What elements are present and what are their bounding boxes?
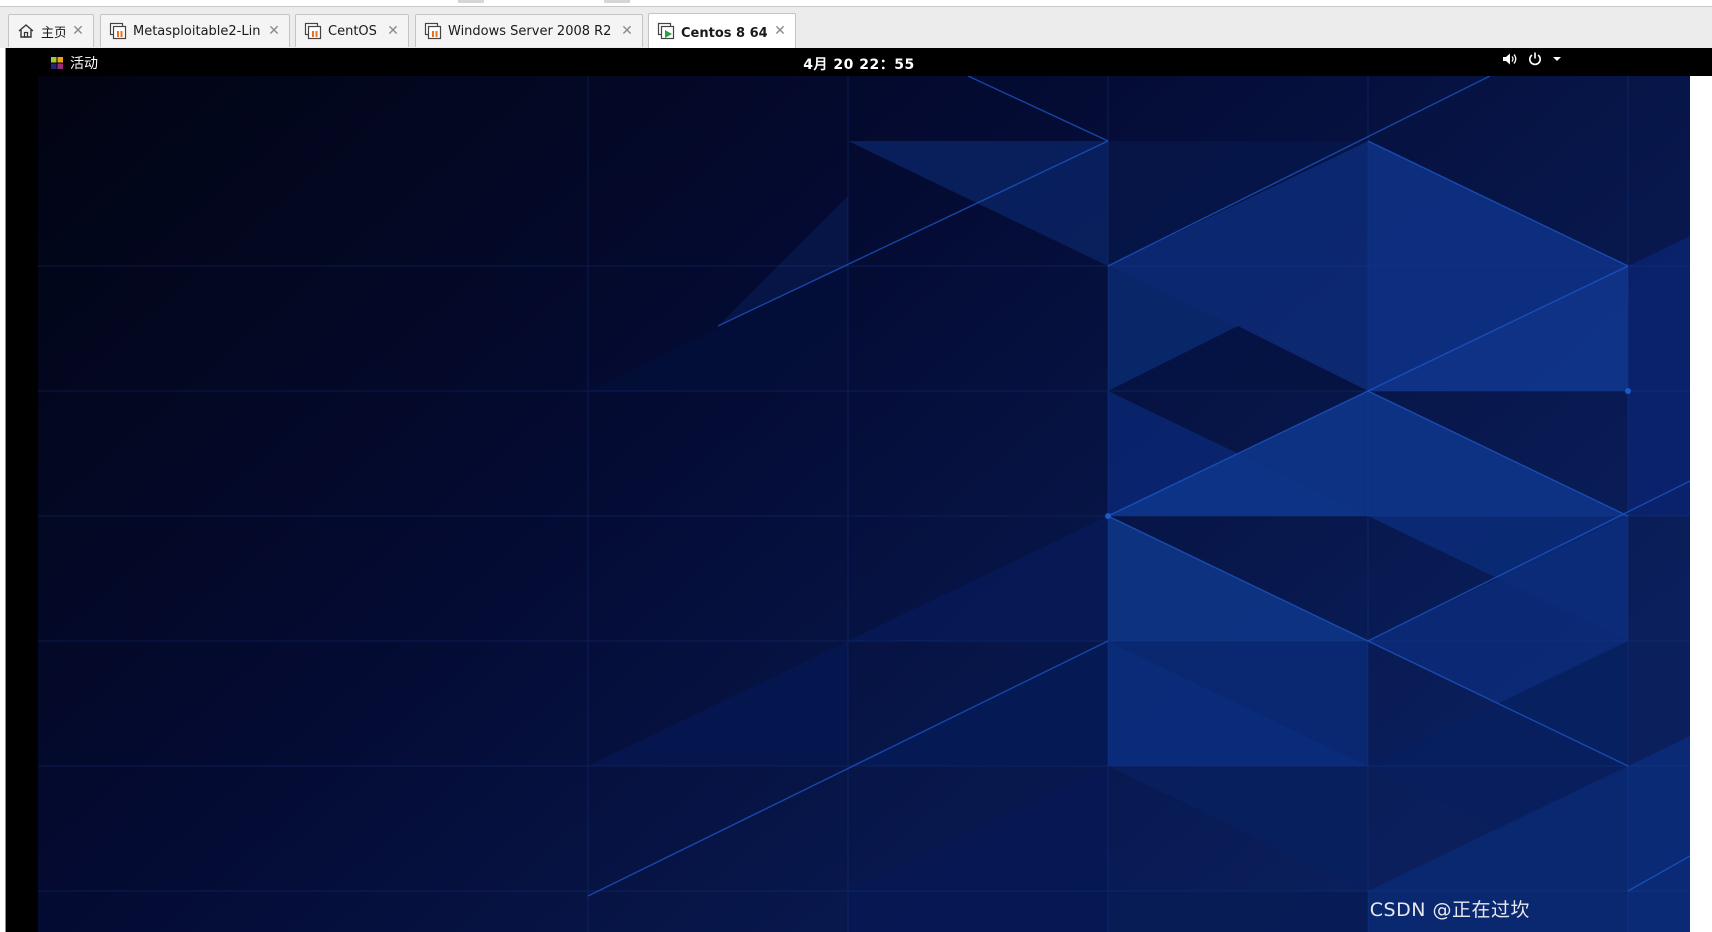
vm-left-border — [0, 48, 6, 932]
home-icon — [18, 24, 34, 38]
tab-label: 主页 — [41, 25, 65, 41]
close-icon[interactable]: ✕ — [620, 24, 634, 38]
vm-icon — [304, 22, 322, 40]
clock[interactable]: 4月 20 22：55 — [6, 54, 1712, 74]
close-icon[interactable]: ✕ — [267, 24, 281, 38]
tab-label: CentOS 7 — [328, 23, 380, 39]
system-menu[interactable] — [1502, 52, 1562, 66]
gnome-top-bar: 活动 4月 20 22：55 — [6, 48, 1712, 76]
window-grip — [458, 0, 484, 3]
tab-label: Centos 8 64 位 — [681, 25, 767, 41]
vm-running-icon — [657, 22, 675, 40]
close-icon[interactable]: ✕ — [773, 24, 787, 38]
power-icon — [1529, 52, 1541, 66]
chevron-down-icon — [1553, 57, 1561, 61]
csdn-watermark: CSDN @正在过坎 — [1369, 899, 1530, 921]
wallpaper-pattern — [38, 76, 1690, 932]
tab-centos-8-64[interactable]: Centos 8 64 位 ✕ — [648, 13, 796, 48]
tab-label: Windows Server 2008 R2 x64 p... — [448, 23, 614, 39]
volume-icon — [1503, 53, 1517, 65]
vm-right-border — [1690, 76, 1712, 932]
tab-home[interactable]: 主页 ✕ — [8, 14, 94, 47]
vm-icon — [109, 22, 127, 40]
tab-metasploitable2-linux[interactable]: Metasploitable2-Linux ✕ — [100, 14, 290, 47]
vm-tab-bar: 主页 ✕ Metasploitable2-Linux ✕ CentOS 7 ✕ … — [0, 7, 1712, 49]
tab-centos-7[interactable]: CentOS 7 ✕ — [295, 14, 409, 47]
tab-label: Metasploitable2-Linux — [133, 23, 261, 39]
vm-icon — [424, 22, 442, 40]
close-icon[interactable]: ✕ — [71, 24, 85, 38]
close-icon[interactable]: ✕ — [386, 24, 400, 38]
tab-windows-server-2008[interactable]: Windows Server 2008 R2 x64 p... ✕ — [415, 14, 643, 47]
window-top-strip — [0, 0, 1712, 7]
desktop-wallpaper[interactable]: CSDN @正在过坎 — [38, 76, 1690, 932]
window-grip — [604, 0, 630, 3]
